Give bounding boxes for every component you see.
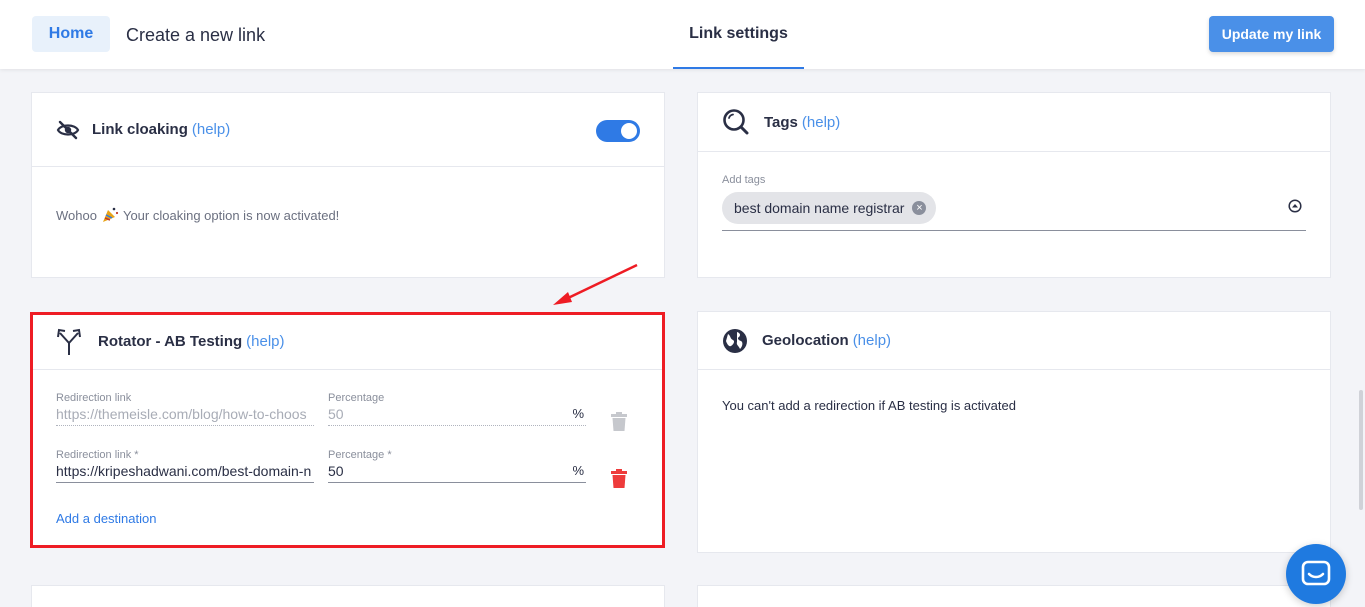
geolocation-header: Geolocation (help)	[698, 312, 1330, 370]
tags-input[interactable]: best domain name registrar ×	[722, 191, 1306, 231]
top-bar: Home Create a new link Link settings Upd…	[0, 0, 1365, 69]
link-cloaking-toggle[interactable]	[596, 120, 640, 142]
tags-header: Tags (help)	[698, 93, 1330, 152]
globe-icon	[722, 328, 748, 354]
percent-unit: %	[572, 463, 584, 478]
link-cloaking-header: Link cloaking (help)	[32, 93, 664, 167]
tag-chip-label: best domain name registrar	[734, 200, 905, 216]
tags-title: Tags	[764, 113, 798, 131]
tab-link-settings[interactable]: Link settings	[673, 0, 804, 69]
split-arrows-icon	[56, 327, 82, 357]
redirection-link-input[interactable]: https://themeisle.com/blog/how-to-choos	[56, 404, 314, 426]
rotator-title: Rotator - AB Testing	[98, 333, 243, 350]
cloaking-status-message: Wohoo Your cloaking option is now activa…	[56, 206, 339, 224]
rotator-ab-testing-card: Rotator - AB Testing (help) Redirection …	[31, 313, 665, 547]
link-cloaking-card: Link cloaking (help) Wohoo Your cloaking…	[31, 92, 665, 278]
party-popper-icon	[101, 206, 119, 224]
eye-slash-icon	[56, 120, 80, 140]
percentage-field: Percentage 50 %	[328, 392, 586, 432]
percentage-input[interactable]: 50	[328, 461, 586, 483]
percentage-label: Percentage	[328, 392, 385, 404]
percent-unit: %	[572, 406, 584, 421]
dropdown-toggle-icon[interactable]	[1288, 199, 1302, 218]
tags-card: Tags (help) Add tags best domain name re…	[697, 92, 1331, 278]
search-icon	[722, 108, 750, 136]
redirection-link-label: Redirection link *	[56, 449, 139, 461]
link-cloaking-help-link[interactable]: (help)	[192, 121, 230, 138]
percentage-field: Percentage * 50 %	[328, 449, 586, 489]
scrollbar[interactable]	[1359, 390, 1363, 510]
rotator-help-link[interactable]: (help)	[246, 333, 284, 350]
chat-icon	[1301, 560, 1331, 588]
remove-tag-icon[interactable]: ×	[912, 201, 927, 215]
delete-destination-icon[interactable]	[610, 469, 628, 494]
delete-destination-icon[interactable]	[610, 412, 628, 437]
geolocation-help-link[interactable]: (help)	[853, 332, 891, 349]
redirection-link-field: Redirection link * https://kripeshadwani…	[56, 449, 314, 489]
add-tags-label: Add tags	[722, 174, 766, 186]
update-link-button[interactable]: Update my link	[1209, 16, 1334, 52]
home-button[interactable]: Home	[32, 16, 110, 52]
tag-chip: best domain name registrar ×	[722, 192, 937, 224]
percentage-label: Percentage *	[328, 449, 392, 461]
geolocation-title: Geolocation	[762, 332, 849, 349]
cloaking-message-text: Your cloaking option is now activated!	[122, 207, 340, 223]
geolocation-card: Geolocation (help) You can't add a redir…	[697, 311, 1331, 553]
percentage-input[interactable]: 50	[328, 404, 586, 426]
cloaking-message-prefix: Wohoo	[56, 207, 97, 223]
bottom-card-left	[31, 585, 665, 607]
redirection-link-field: Redirection link https://themeisle.com/b…	[56, 392, 314, 432]
geolocation-message: You can't add a redirection if AB testin…	[722, 398, 1016, 413]
link-cloaking-title: Link cloaking	[92, 121, 188, 138]
add-destination-link[interactable]: Add a destination	[56, 511, 156, 526]
bottom-card-right	[697, 585, 1331, 607]
tags-help-link[interactable]: (help)	[802, 114, 840, 131]
rotator-header: Rotator - AB Testing (help)	[32, 314, 664, 370]
redirection-link-input[interactable]: https://kripeshadwani.com/best-domain-n	[56, 461, 314, 483]
chat-launcher-button[interactable]	[1286, 544, 1346, 604]
redirection-link-label: Redirection link	[56, 392, 132, 404]
create-new-link-link[interactable]: Create a new link	[126, 25, 265, 46]
